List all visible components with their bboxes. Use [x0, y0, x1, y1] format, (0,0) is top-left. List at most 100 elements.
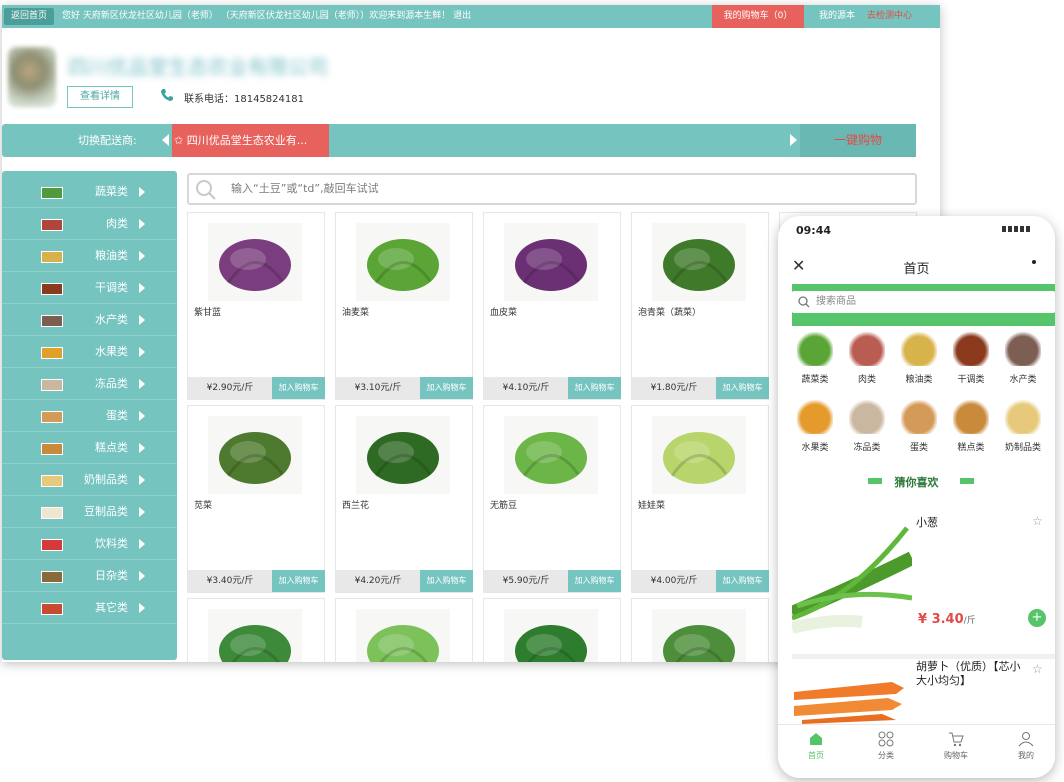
- category-label: 奶制品类: [84, 473, 128, 486]
- mobile-category-item[interactable]: 粮油类: [894, 332, 944, 392]
- add-to-cart-button[interactable]: 加入购物车: [272, 570, 325, 592]
- category-label: 冻品类: [853, 443, 881, 453]
- tab-label: 我的: [1018, 751, 1034, 760]
- sidebar-category-item[interactable]: 水果类: [2, 336, 177, 368]
- category-thumbnail: [849, 332, 885, 366]
- add-to-cart-button[interactable]: 加入购物车: [272, 377, 325, 399]
- sidebar-category-item[interactable]: 糕点类: [2, 432, 177, 464]
- mobile-search[interactable]: 搜索商品: [792, 291, 1055, 313]
- product-card[interactable]: [631, 598, 769, 662]
- mobile-category-item[interactable]: 蛋类: [894, 400, 944, 460]
- chevron-right-icon: [139, 475, 145, 485]
- product-price: ¥1.80元/斤: [632, 377, 716, 399]
- favorite-icon[interactable]: ☆: [1032, 514, 1043, 528]
- sidebar-category-item[interactable]: 奶制品类: [2, 464, 177, 496]
- sidebar-category-item[interactable]: 蔬菜类: [2, 176, 177, 208]
- sidebar-category-item[interactable]: 蛋类: [2, 400, 177, 432]
- product-card[interactable]: [187, 598, 325, 662]
- product-card[interactable]: 油麦菜 ¥3.10元/斤 加入购物车: [335, 212, 473, 400]
- search-icon: [798, 296, 810, 308]
- category-thumbnail: [901, 332, 937, 366]
- current-supplier-tab[interactable]: ✩ 四川优品堂生态农业有...: [172, 124, 329, 157]
- category-label: 肉类: [857, 375, 876, 385]
- search-input[interactable]: 输入“土豆”或“td”,敲回车试试: [231, 175, 379, 203]
- product-card[interactable]: [483, 598, 621, 662]
- product-card[interactable]: 娃娃菜 ¥4.00元/斤 加入购物车: [631, 405, 769, 593]
- view-details-button[interactable]: 查看详情: [67, 86, 133, 108]
- back-home-button[interactable]: 返回首页: [4, 8, 54, 25]
- my-cart-button[interactable]: 我的购物车（0）: [712, 5, 804, 28]
- add-to-cart-button[interactable]: 加入购物车: [420, 570, 473, 592]
- chevron-right-icon: [139, 379, 145, 389]
- product-card[interactable]: 血皮菜 ¥4.10元/斤 加入购物车: [483, 212, 621, 400]
- category-label: 粮油类: [95, 249, 128, 262]
- sidebar-category-item[interactable]: 水产类: [2, 304, 177, 336]
- guess-you-like-title: 猜你喜欢: [894, 476, 939, 489]
- sidebar-category-item[interactable]: 豆制品类: [2, 496, 177, 528]
- chevron-right-icon: [139, 571, 145, 581]
- sidebar-category-item[interactable]: 冻品类: [2, 368, 177, 400]
- product-image: [652, 223, 746, 301]
- tab-category[interactable]: 分类: [856, 731, 916, 761]
- category-label: 粮油类: [905, 375, 933, 385]
- one-key-buy-button[interactable]: 一键购物: [800, 124, 916, 157]
- home-icon: [810, 733, 822, 745]
- category-sidebar: 蔬菜类肉类粮油类干调类水产类 水果类 冻品类 蛋类 糕点类奶制品类豆制品类 饮料类 日杂类其…: [2, 171, 177, 660]
- user-icon: [1018, 732, 1034, 747]
- next-supplier-icon[interactable]: [790, 134, 797, 146]
- chevron-right-icon: [139, 539, 145, 549]
- product-search[interactable]: 输入“土豆”或“td”,敲回车试试: [187, 173, 917, 205]
- product-card[interactable]: 苋菜 ¥3.40元/斤 加入购物车: [187, 405, 325, 593]
- add-to-cart-button[interactable]: 加入购物车: [716, 570, 769, 592]
- tab-cart[interactable]: 购物车: [926, 731, 986, 761]
- product-image: [208, 416, 302, 494]
- product-name: 苋菜: [194, 501, 213, 511]
- price-unit: /斤: [963, 616, 976, 626]
- add-to-cart-icon[interactable]: +: [1028, 609, 1046, 627]
- tab-home[interactable]: 首页: [786, 731, 846, 761]
- add-to-cart-button[interactable]: 加入购物车: [716, 377, 769, 399]
- category-label: 蔬菜类: [95, 185, 128, 198]
- chevron-right-icon: [139, 443, 145, 453]
- product-name: 小葱: [916, 516, 938, 529]
- sidebar-category-item[interactable]: 粮油类: [2, 240, 177, 272]
- product-image: [208, 609, 302, 662]
- mobile-category-item[interactable]: 蔬菜类: [790, 332, 840, 392]
- sidebar-category-item[interactable]: 饮料类: [2, 528, 177, 560]
- chevron-right-icon: [139, 507, 145, 517]
- mobile-category-item[interactable]: 糕点类: [946, 400, 996, 460]
- product-price: ¥4.00元/斤: [632, 570, 716, 592]
- more-icon[interactable]: [1032, 260, 1036, 264]
- mobile-category-item[interactable]: 冻品类: [842, 400, 892, 460]
- prev-supplier-icon[interactable]: [162, 134, 169, 146]
- add-to-cart-button[interactable]: 加入购物车: [568, 570, 621, 592]
- sidebar-category-item[interactable]: 肉类: [2, 208, 177, 240]
- mobile-category-item[interactable]: 水产类: [998, 332, 1048, 392]
- mobile-category-item[interactable]: 干调类: [946, 332, 996, 392]
- chevron-right-icon: [139, 411, 145, 421]
- product-price: ¥2.90元/斤: [188, 377, 272, 399]
- product-card[interactable]: 紫甘蓝 ¥2.90元/斤 加入购物车: [187, 212, 325, 400]
- category-thumbnail: [797, 400, 833, 434]
- check-center-link[interactable]: 去检测中心: [867, 5, 912, 28]
- my-source-link[interactable]: 我的源本: [819, 5, 855, 28]
- mobile-category-item[interactable]: 肉类: [842, 332, 892, 392]
- add-to-cart-button[interactable]: 加入购物车: [568, 377, 621, 399]
- sidebar-category-item[interactable]: 其它类: [2, 592, 177, 624]
- sidebar-category-item[interactable]: 日杂类: [2, 560, 177, 592]
- mobile-category-item[interactable]: 奶制品类: [998, 400, 1048, 460]
- product-image: [356, 223, 450, 301]
- sidebar-category-item[interactable]: 干调类: [2, 272, 177, 304]
- product-name: 紫甘蓝: [194, 308, 222, 318]
- tab-mine[interactable]: 我的: [996, 731, 1055, 761]
- add-to-cart-button[interactable]: 加入购物车: [420, 377, 473, 399]
- mobile-category-item[interactable]: 水果类: [790, 400, 840, 460]
- product-card[interactable]: [335, 598, 473, 662]
- product-card[interactable]: 泡青菜（蔬菜） ¥1.80元/斤 加入购物车: [631, 212, 769, 400]
- favorite-icon[interactable]: ☆: [1032, 662, 1043, 676]
- product-card[interactable]: 无筋豆 ¥5.90元/斤 加入购物车: [483, 405, 621, 593]
- category-label: 干调类: [95, 281, 128, 294]
- product-card[interactable]: 西兰花 ¥4.20元/斤 加入购物车: [335, 405, 473, 593]
- carrot-image: [794, 682, 904, 724]
- mobile-search-input[interactable]: 搜索商品: [816, 291, 856, 313]
